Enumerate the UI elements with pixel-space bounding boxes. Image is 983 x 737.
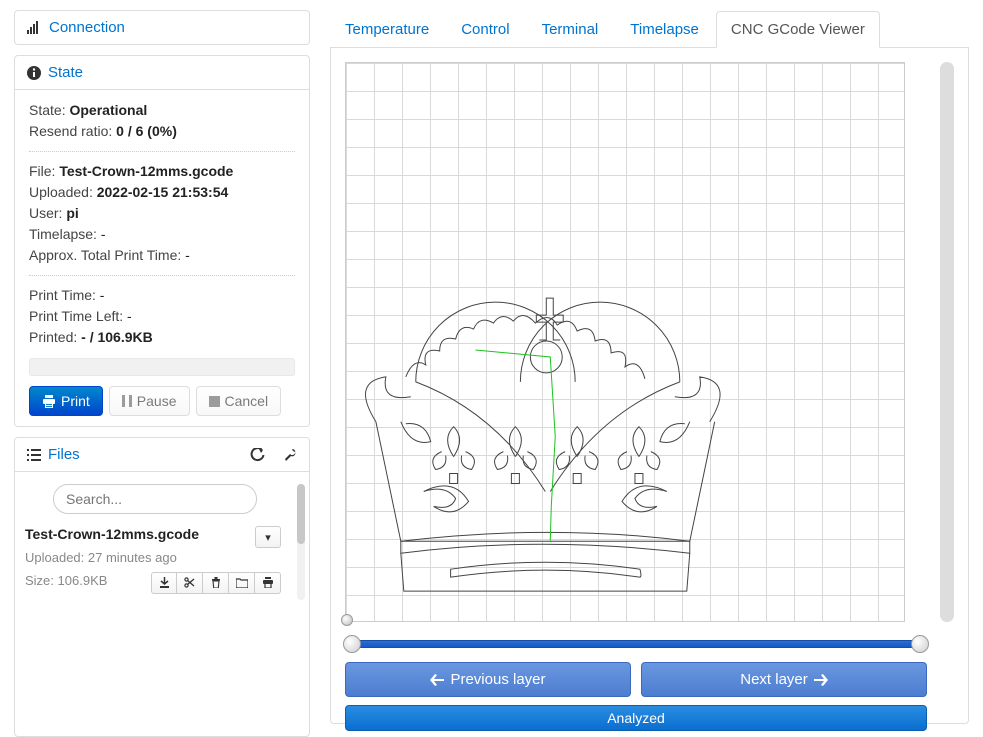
- user-value: pi: [66, 205, 78, 221]
- origin-marker: [341, 614, 353, 626]
- printtime-label: Print Time:: [29, 287, 96, 303]
- list-icon: [27, 449, 41, 461]
- printed-label: Printed:: [29, 329, 77, 345]
- user-label: User:: [29, 205, 62, 221]
- state-label: State:: [29, 102, 66, 118]
- connection-panel: Connection: [14, 10, 310, 45]
- resend-label: Resend ratio:: [29, 123, 112, 139]
- file-size-label: Size:: [25, 573, 54, 588]
- separator: [29, 151, 295, 152]
- folder-button[interactable]: [229, 572, 255, 594]
- delete-button[interactable]: [203, 572, 229, 594]
- file-expand-button[interactable]: ▾: [255, 526, 281, 548]
- load-print-button[interactable]: [255, 572, 281, 594]
- state-panel: State State: Operational Resend ratio: 0…: [14, 55, 310, 427]
- resend-value: 0 / 6 (0%): [116, 123, 177, 139]
- file-actions: [151, 572, 281, 594]
- stop-icon: [209, 396, 220, 407]
- prev-layer-button[interactable]: Previous layer: [345, 662, 631, 697]
- viewer-area: Previous layer Next layer Analyzed: [330, 48, 969, 724]
- file-entry[interactable]: Test-Crown-12mms.gcode ▾ Uploaded: 27 mi…: [23, 526, 287, 600]
- pause-label: Pause: [137, 393, 177, 409]
- pause-button[interactable]: Pause: [109, 386, 190, 416]
- tab-temperature[interactable]: Temperature: [330, 11, 444, 48]
- timelapse-value: -: [101, 226, 106, 242]
- vertical-slider[interactable]: [940, 62, 954, 622]
- connection-title: Connection: [49, 19, 125, 36]
- files-scrollbar[interactable]: [297, 484, 305, 600]
- tabs: Temperature Control Terminal Timelapse C…: [330, 10, 969, 48]
- slice-button[interactable]: [177, 572, 203, 594]
- next-layer-label: Next layer: [740, 671, 808, 688]
- print-icon: [42, 395, 56, 408]
- signal-icon: [27, 21, 42, 34]
- analyzed-status: Analyzed: [345, 705, 927, 731]
- slider-handle-left[interactable]: [343, 635, 361, 653]
- arrow-right-icon: [814, 674, 828, 686]
- gcode-canvas[interactable]: [345, 62, 905, 622]
- arrow-left-icon: [430, 674, 444, 686]
- search-input[interactable]: [53, 484, 257, 514]
- vertical-slider-thumb[interactable]: [940, 62, 954, 622]
- printer-icon: [262, 577, 274, 588]
- separator: [29, 275, 295, 276]
- state-heading[interactable]: State: [15, 56, 309, 89]
- uploaded-value: 2022-02-15 21:53:54: [97, 184, 229, 200]
- crown-drawing: [346, 291, 904, 621]
- print-label: Print: [61, 393, 90, 409]
- info-icon: [27, 66, 41, 80]
- download-icon: [159, 577, 170, 588]
- printtimeleft-label: Print Time Left:: [29, 308, 123, 324]
- file-uploaded-value: 27 minutes ago: [88, 550, 177, 565]
- uploaded-label: Uploaded:: [29, 184, 93, 200]
- tab-control[interactable]: Control: [446, 11, 524, 48]
- printtime-value: -: [100, 287, 105, 303]
- folder-icon: [236, 578, 248, 588]
- progress-bar: [29, 358, 295, 376]
- files-title: Files: [48, 446, 80, 463]
- main: Temperature Control Terminal Timelapse C…: [320, 0, 983, 734]
- scissors-icon: [184, 577, 195, 588]
- state-value: Operational: [69, 102, 147, 118]
- slider-handle-right[interactable]: [911, 635, 929, 653]
- prev-layer-label: Previous layer: [450, 671, 545, 688]
- pause-icon: [122, 395, 132, 407]
- next-layer-button[interactable]: Next layer: [641, 662, 927, 697]
- state-body: State: Operational Resend ratio: 0 / 6 (…: [15, 89, 309, 426]
- printtimeleft-value: -: [127, 308, 132, 324]
- approx-value: -: [185, 247, 190, 263]
- tab-timelapse[interactable]: Timelapse: [615, 11, 714, 48]
- files-panel: Files T: [14, 437, 310, 737]
- download-button[interactable]: [151, 572, 177, 594]
- trash-icon: [211, 577, 221, 588]
- state-title: State: [48, 64, 83, 81]
- file-name: Test-Crown-12mms.gcode: [25, 526, 199, 542]
- print-button[interactable]: Print: [29, 386, 103, 416]
- connection-heading[interactable]: Connection: [15, 11, 309, 44]
- cancel-button[interactable]: Cancel: [196, 386, 282, 416]
- tab-terminal[interactable]: Terminal: [527, 11, 614, 48]
- cancel-label: Cancel: [225, 393, 269, 409]
- files-heading-left[interactable]: Files: [27, 446, 80, 463]
- file-size-value: 106.9KB: [58, 573, 108, 588]
- printed-value: - / 106.9KB: [81, 329, 153, 345]
- files-scrollbar-thumb[interactable]: [297, 484, 305, 544]
- files-heading: Files: [15, 438, 309, 471]
- refresh-icon[interactable]: [250, 448, 265, 462]
- file-uploaded-label: Uploaded:: [25, 550, 84, 565]
- file-label: File:: [29, 163, 55, 179]
- file-value: Test-Crown-12mms.gcode: [59, 163, 233, 179]
- sidebar: Connection State State: Operational Rese…: [0, 0, 320, 734]
- approx-label: Approx. Total Print Time:: [29, 247, 181, 263]
- wrench-icon[interactable]: [283, 448, 297, 462]
- timelapse-label: Timelapse:: [29, 226, 97, 242]
- horizontal-slider[interactable]: [345, 636, 927, 652]
- tab-gcode-viewer[interactable]: CNC GCode Viewer: [716, 11, 880, 48]
- chevron-down-icon: ▾: [265, 531, 271, 544]
